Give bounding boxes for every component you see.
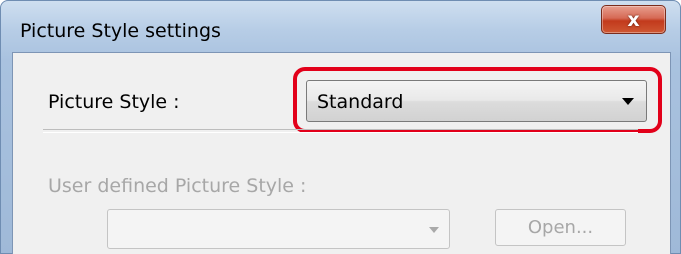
close-icon: x [627,8,640,31]
section-divider [43,129,638,133]
close-button[interactable]: x [601,5,666,34]
title-bar[interactable]: Picture Style settings x [0,0,681,52]
highlight-annotation [293,67,662,133]
user-defined-style-label: User defined Picture Style : [48,175,307,197]
user-defined-style-select[interactable] [107,209,450,249]
dialog-window: Picture Style settings x Picture Style :… [0,0,681,254]
chevron-down-icon [429,227,439,233]
picture-style-label: Picture Style : [48,91,180,113]
open-button-label: Open... [527,217,594,238]
window-title: Picture Style settings [20,20,221,42]
open-button[interactable]: Open... [495,209,626,246]
dialog-content: Picture Style : Standard User defined Pi… [12,52,671,254]
